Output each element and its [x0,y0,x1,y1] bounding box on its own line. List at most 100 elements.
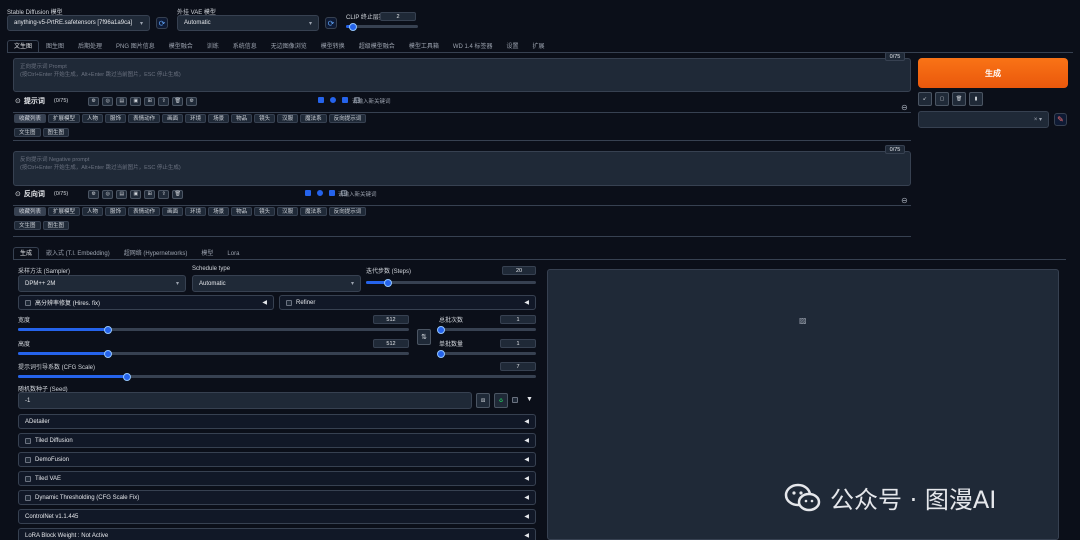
category-chip[interactable]: 人物 [82,207,104,216]
settings-icon[interactable]: ⚙ [88,189,100,199]
clear-icon[interactable]: × ▾ [1034,116,1042,123]
seed-input[interactable]: -1 [18,392,472,409]
category-chip[interactable]: 环境 [185,114,207,123]
tab-generation[interactable]: 超网络 (Hypernetworks) [117,247,195,259]
neg-keyword-input[interactable]: 请输入新关键词 [338,190,377,198]
category-chip[interactable]: 反向提示词 [328,207,367,216]
arrow-icon[interactable]: ↙ [918,92,932,106]
tab-main[interactable]: 图生图 [39,40,71,52]
keyword-input[interactable]: 请输入新关键词 [352,97,391,105]
category-chip[interactable]: 收藏列表 [14,114,47,123]
tab-main[interactable]: 文生图 [7,40,40,52]
height-slider[interactable] [18,349,409,358]
toggle-radio[interactable] [317,190,323,196]
category-chip[interactable]: 汉服 [277,207,299,216]
refiner-accordion[interactable]: Refiner ◀ [279,295,536,310]
subcategory-chip[interactable]: 图生图 [42,221,70,230]
cfg-input[interactable]: 7 [500,362,536,371]
width-input[interactable]: 512 [373,315,409,324]
category-chip[interactable]: 表情动作 [128,207,161,216]
steps-slider-knob[interactable] [384,278,393,287]
tab-main[interactable]: PNG 图片信息 [109,40,162,52]
batch-size-slider[interactable] [436,349,536,358]
settings-icon[interactable]: ⚙ [88,96,100,106]
category-chip[interactable]: 场景 [208,207,230,216]
batch-count-input[interactable]: 1 [500,315,536,324]
collapse-icon[interactable]: ⊙ [15,190,21,198]
hires-checkbox[interactable] [25,299,31,306]
script-accordion[interactable]: ADetailer ◀ [18,414,536,429]
cfg-slider[interactable] [18,372,536,381]
enable-checkbox[interactable] [25,494,31,501]
tab-main[interactable]: 模型转换 [314,40,352,52]
clip-slider[interactable] [346,22,418,31]
refresh-model-button[interactable]: ⟳ [156,17,168,29]
steps-input[interactable]: 20 [502,266,536,275]
translate-icon[interactable]: ◎ [102,189,114,199]
tab-main[interactable]: 系统信息 [226,40,264,52]
import-icon[interactable]: ⇪ [158,189,170,199]
clipboard-icon[interactable]: ▮ [969,92,983,106]
schedule-select[interactable]: Automatic ▾ [192,275,361,292]
reuse-seed-button[interactable]: ♻ [494,393,508,408]
category-chip[interactable]: 扩展模型 [48,114,81,123]
styles-select[interactable]: × ▾ [918,111,1049,128]
category-chip[interactable]: 物品 [231,114,253,123]
category-chip[interactable]: 画面 [162,114,184,123]
hires-accordion[interactable]: 高分辨率修复 (Hires. fix) ◀ [18,295,274,310]
model-select[interactable]: anything-v5-PrtRE.safetensors [7f96a1a9c… [7,15,150,31]
history-icon[interactable]: ⊞ [144,189,156,199]
toggle-radio[interactable] [330,97,336,103]
category-chip[interactable]: 场景 [208,114,230,123]
refresh-vae-button[interactable]: ⟳ [325,17,337,29]
tab-main[interactable]: 无边图像浏览 [264,40,314,52]
category-chip[interactable]: 人物 [82,114,104,123]
category-chip[interactable]: 环境 [185,207,207,216]
paste-icon[interactable]: ▣ [130,96,142,106]
prompt-textarea[interactable]: 正向提示词 Prompt (按Ctrl+Enter 开始生成，Alt+Enter… [13,58,911,92]
subcategory-chip[interactable]: 图生图 [42,128,70,137]
toggle-checkbox[interactable] [305,190,311,196]
category-chip[interactable]: 服饰 [105,114,127,123]
history-icon[interactable]: ⊞ [144,96,156,106]
steps-slider[interactable] [366,278,536,287]
cfg-slider-knob[interactable] [122,372,131,381]
batch-size-input[interactable]: 1 [500,339,536,348]
tab-main[interactable]: WD 1.4 标签器 [446,40,500,52]
batch-count-slider[interactable] [436,325,536,334]
tab-generation[interactable]: Lora [220,247,246,259]
square-icon[interactable]: ▢ [935,92,949,106]
clip-slider-knob[interactable] [349,22,357,31]
script-accordion[interactable]: Dynamic Thresholding (CFG Scale Fix) ◀ [18,490,536,505]
category-chip[interactable]: 画面 [162,207,184,216]
script-accordion[interactable]: Tiled Diffusion ◀ [18,433,536,448]
generate-button[interactable]: 生成 [918,58,1068,88]
collapse-circle-icon[interactable]: ⊖ [901,103,908,112]
batch-size-knob[interactable] [436,349,445,358]
height-slider-knob[interactable] [103,349,112,358]
toggle-checkbox[interactable] [318,97,324,103]
delete-icon[interactable]: 🗑 [172,189,184,199]
swap-dimensions-button[interactable]: ⇅ [417,329,431,345]
category-chip[interactable]: 反向提示词 [328,114,367,123]
category-chip[interactable]: 魔法系 [300,207,327,216]
script-accordion[interactable]: ControlNet v1.1.445 ◀ [18,509,536,524]
paste-icon[interactable]: ▣ [130,189,142,199]
category-chip[interactable]: 服饰 [105,207,127,216]
tab-generation[interactable]: 生成 [13,247,40,259]
width-slider[interactable] [18,325,409,334]
collapse-circle-icon[interactable]: ⊖ [901,196,908,205]
batch-count-knob[interactable] [436,325,445,334]
tab-generation[interactable]: 嵌入式 (T.I. Embedding) [39,247,117,259]
tab-main[interactable]: 模型融合 [162,40,200,52]
category-chip[interactable]: 镜头 [254,114,276,123]
category-chip[interactable]: 收藏列表 [14,207,47,216]
script-accordion[interactable]: Tiled VAE ◀ [18,471,536,486]
toggle-checkbox[interactable] [329,190,335,196]
category-chip[interactable]: 汉服 [277,114,299,123]
delete-icon[interactable]: 🗑 [172,96,184,106]
copy-icon[interactable]: ▤ [116,189,128,199]
script-accordion[interactable]: DemoFusion ◀ [18,452,536,467]
refiner-checkbox[interactable] [286,299,292,306]
edit-style-button[interactable]: ✎ [1054,113,1067,126]
